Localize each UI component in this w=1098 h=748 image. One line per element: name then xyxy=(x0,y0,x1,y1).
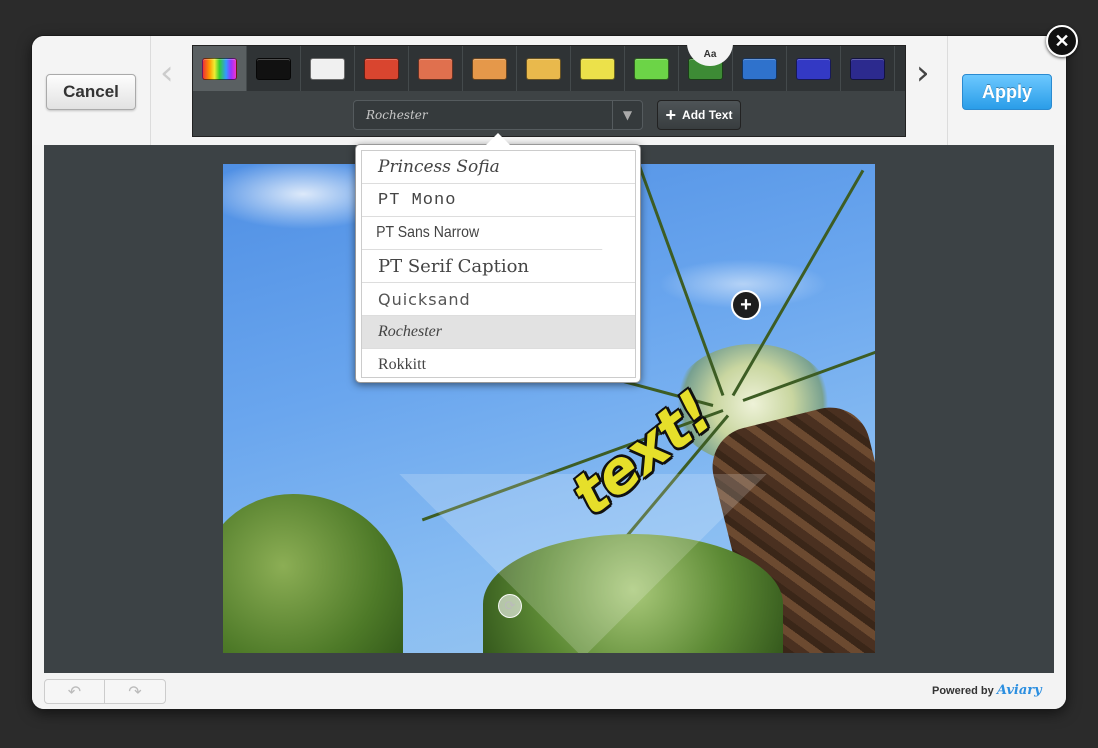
swatch-color xyxy=(472,57,507,80)
close-icon: ✕ xyxy=(1054,30,1070,51)
font-option[interactable]: PT Serif Caption xyxy=(362,250,635,283)
color-swatch-white[interactable] xyxy=(301,46,355,91)
undo-icon[interactable]: ↶ xyxy=(45,680,105,703)
swatch-color xyxy=(202,57,237,80)
swatch-color xyxy=(526,57,561,80)
chevron-left-icon[interactable]: ‹ xyxy=(160,53,174,93)
add-text-button[interactable]: + Add Text xyxy=(657,100,741,130)
swatch-color xyxy=(850,57,885,80)
font-dropdown-list: Princess Sofia PT Mono PT Sans Narrow PT Se… xyxy=(355,133,641,383)
font-option[interactable]: Princess Sofia xyxy=(362,151,635,184)
history-controls: ↶ ↷ xyxy=(44,679,166,704)
color-swatch-red[interactable] xyxy=(355,46,409,91)
color-swatch-blue[interactable] xyxy=(733,46,787,91)
plus-icon[interactable]: + xyxy=(731,290,761,320)
color-swatch-row xyxy=(193,46,905,91)
font-option[interactable]: Quicksand xyxy=(362,283,635,316)
font-option[interactable]: Rochester xyxy=(362,316,635,349)
powered-by: Powered by Aviary xyxy=(932,683,1042,698)
color-swatch-coral[interactable] xyxy=(409,46,463,91)
swatch-color xyxy=(418,57,453,80)
font-list-scroll[interactable]: Princess Sofia PT Mono PT Sans Narrow PT Se… xyxy=(361,150,636,378)
rotate-handle-icon[interactable]: ⟳ xyxy=(498,594,522,618)
swatch-color xyxy=(634,57,669,80)
toolbar: Cancel ‹ Aa Rochester ▼ + Add Text › App… xyxy=(32,36,1066,145)
font-option[interactable]: PT Sans Narrow xyxy=(362,217,603,250)
tree-foliage xyxy=(223,494,403,653)
swatch-color xyxy=(796,57,831,80)
color-swatch-navy[interactable] xyxy=(841,46,895,91)
brand-logo[interactable]: Aviary xyxy=(997,683,1042,698)
font-option[interactable]: PT Mono xyxy=(362,184,635,217)
plus-icon: + xyxy=(665,105,677,125)
swatch-color xyxy=(742,57,777,80)
font-select[interactable]: Rochester ▼ xyxy=(353,100,643,130)
color-swatch-gold[interactable] xyxy=(517,46,571,91)
redo-icon[interactable]: ↷ xyxy=(105,680,165,703)
color-swatch-green[interactable] xyxy=(625,46,679,91)
swatch-color xyxy=(580,57,615,80)
footer: ↶ ↷ Powered by Aviary xyxy=(32,673,1066,709)
font-option[interactable]: Rokkitt xyxy=(362,349,635,377)
apply-button[interactable]: Apply xyxy=(962,74,1052,110)
chevron-down-icon[interactable]: ▼ xyxy=(612,101,642,129)
add-text-label: Add Text xyxy=(682,108,733,122)
font-select-value: Rochester xyxy=(366,108,428,122)
color-swatch-indigo[interactable] xyxy=(787,46,841,91)
color-swatch-black[interactable] xyxy=(247,46,301,91)
chevron-right-icon[interactable]: › xyxy=(916,53,930,93)
color-swatch-yellow[interactable] xyxy=(571,46,625,91)
divider xyxy=(947,36,948,145)
swatch-color xyxy=(310,57,345,80)
color-swatch-orange[interactable] xyxy=(463,46,517,91)
close-button[interactable]: ✕ xyxy=(1046,25,1078,57)
swatch-color xyxy=(364,57,399,80)
powered-by-label: Powered by xyxy=(932,685,994,697)
color-swatch-rainbow[interactable] xyxy=(193,46,247,91)
cancel-button[interactable]: Cancel xyxy=(46,74,136,110)
divider xyxy=(150,36,151,145)
text-tool-panel: Aa Rochester ▼ + Add Text xyxy=(192,42,906,137)
swatch-color xyxy=(256,57,291,80)
